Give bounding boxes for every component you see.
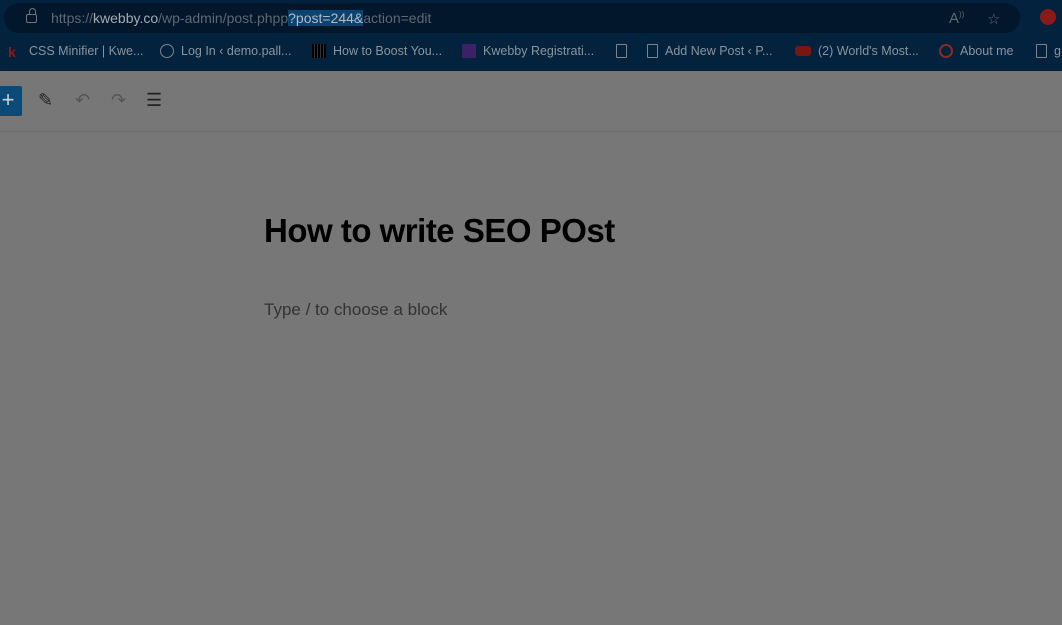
google-icon <box>939 44 953 58</box>
bookmark-g[interactable]: g <box>1036 44 1061 58</box>
file-icon <box>616 44 627 58</box>
document-overview-icon[interactable]: ☰ <box>146 90 162 111</box>
bookmark-label: Kwebby Registrati... <box>483 44 595 58</box>
bookmark-login[interactable]: Log In ‹ demo.pall... <box>160 44 291 58</box>
undo-icon[interactable]: ↶ <box>75 90 90 111</box>
url-scheme: https:// <box>51 10 94 26</box>
file-icon <box>647 44 658 58</box>
kwebby-icon: k <box>8 44 16 60</box>
url-text[interactable]: https://kwebby.co/wp-admin/post.phpp?pos… <box>51 10 431 26</box>
url-query: action=edit <box>363 10 432 26</box>
bookmark-youtube[interactable]: (2) World's Most... <box>795 44 919 58</box>
url-path: /wp-admin/post.php <box>158 10 281 26</box>
url-path-end: p <box>280 10 289 26</box>
block-placeholder[interactable]: Type / to choose a block <box>264 300 447 320</box>
bookmark-label: (2) World's Most... <box>818 44 919 58</box>
bookmark-boost[interactable]: How to Boost You... <box>312 44 442 58</box>
bookmark-kwebby-registration[interactable]: Kwebby Registrati... <box>462 44 594 58</box>
star-icon[interactable]: ☆ <box>987 10 1000 28</box>
youtube-icon <box>795 46 811 56</box>
url-host: kwebby.co <box>93 10 159 26</box>
bookmark-label: Add New Post ‹ P... <box>665 44 773 58</box>
barcode-icon <box>312 44 326 58</box>
bookmark-add-new-post[interactable]: Add New Post ‹ P... <box>647 44 772 58</box>
bookmark-label: CSS Minifier | Kwe... <box>29 44 144 58</box>
bookmark-label: g <box>1054 44 1061 58</box>
address-bar[interactable]: https://kwebby.co/wp-admin/post.phpp?pos… <box>4 3 1020 33</box>
url-selection: ?post=244& <box>288 10 364 26</box>
bookmark-about-me[interactable]: About me <box>939 44 1014 58</box>
post-title[interactable]: How to write SEO POst <box>264 212 615 250</box>
bookmark-label: About me <box>960 44 1014 58</box>
lock-icon[interactable] <box>26 8 37 23</box>
bookmark-label: How to Boost You... <box>333 44 443 58</box>
wordpress-icon <box>160 44 174 58</box>
bookmark-file[interactable] <box>616 44 634 58</box>
read-aloud-icon[interactable]: A)) <box>949 10 964 27</box>
browser-chrome: https://kwebby.co/wp-admin/post.phpp?pos… <box>0 0 1062 71</box>
file-icon <box>1036 44 1047 58</box>
bookmark-css-minifier[interactable]: k CSS Minifier | Kwe... <box>8 44 144 60</box>
add-block-button[interactable]: + <box>0 86 22 116</box>
redo-icon[interactable]: ↷ <box>111 90 126 111</box>
list-icon <box>462 44 476 58</box>
edit-tool-icon[interactable]: ✎ <box>38 90 53 111</box>
extension-icon[interactable] <box>1040 9 1056 25</box>
bookmark-label: Log In ‹ demo.pall... <box>181 44 292 58</box>
